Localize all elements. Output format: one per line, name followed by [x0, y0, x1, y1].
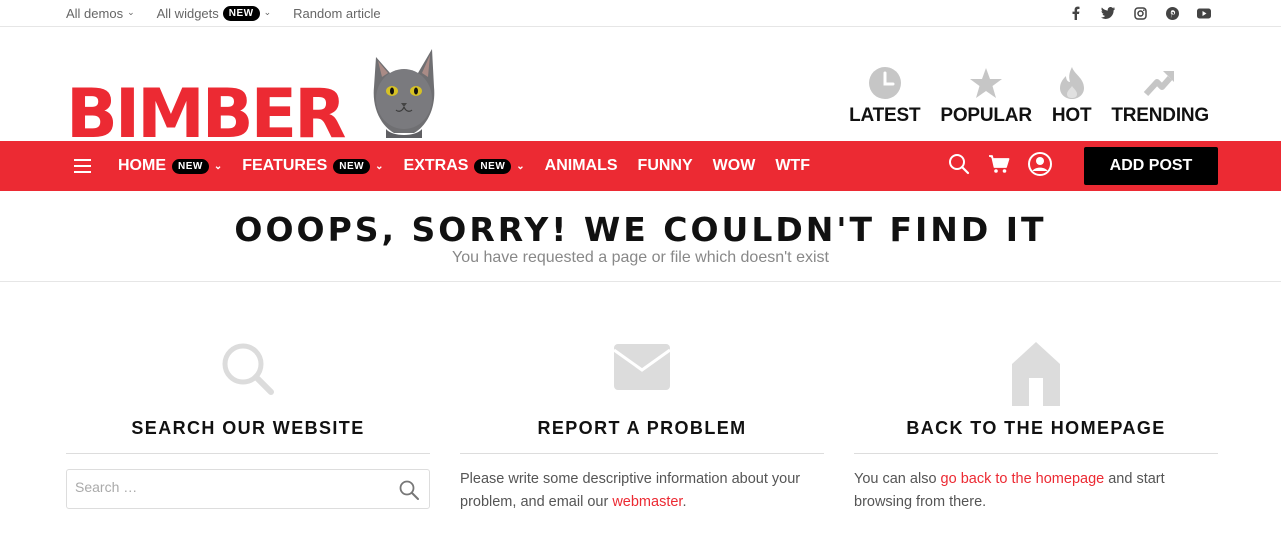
error-title-band: OOOPS, SORRY! WE COULDN'T FIND IT You ha… — [0, 191, 1281, 282]
hamburger-menu-icon[interactable] — [74, 159, 91, 173]
nav-item-wow[interactable]: WOW — [713, 157, 756, 175]
top-link-all-widgets[interactable]: All widgets NEW ⌄ — [156, 5, 272, 21]
homepage-text: You can also go back to the homepage and… — [854, 471, 1165, 510]
search-form — [66, 469, 430, 509]
chevron-down-icon: ⌄ — [375, 160, 384, 172]
social-links — [1069, 0, 1211, 26]
logo-text: BIMBER — [66, 75, 346, 154]
report-text: Please write some descriptive informatio… — [460, 471, 801, 510]
chevron-down-icon: ⌄ — [516, 160, 525, 172]
magnifier-icon — [66, 342, 430, 406]
page-subtitle: You have requested a page or file which … — [452, 249, 829, 266]
facebook-icon[interactable] — [1069, 6, 1083, 20]
quick-link-label: POPULAR — [940, 105, 1032, 126]
user-account-icon[interactable] — [1028, 151, 1052, 181]
new-badge: NEW — [222, 5, 260, 21]
nav-item-label: WOW — [712, 157, 756, 174]
homepage-link[interactable]: go back to the homepage — [941, 471, 1105, 487]
site-header: BIMBER LATEST POPULAR HOT TRENDING — [0, 27, 1281, 149]
nav-item-label: HOME — [118, 157, 166, 174]
divider — [854, 453, 1218, 454]
quick-link-hot[interactable]: HOT — [1052, 65, 1092, 127]
twitter-icon[interactable] — [1101, 6, 1115, 20]
flame-icon — [1058, 65, 1086, 101]
youtube-icon[interactable] — [1197, 6, 1211, 20]
top-link-label: All demos — [66, 5, 124, 21]
nav-item-features[interactable]: FEATURES NEW ⌄ — [242, 157, 383, 175]
quick-link-label: HOT — [1051, 105, 1092, 126]
nav-item-label: ANIMALS — [544, 157, 618, 174]
webmaster-link[interactable]: webmaster — [612, 494, 682, 510]
top-link-all-demos[interactable]: All demos ⌄ — [66, 6, 135, 21]
column-heading: REPORT A PROBLEM — [537, 418, 747, 438]
quick-link-label: LATEST — [849, 105, 921, 126]
divider — [460, 453, 824, 454]
quick-link-trending[interactable]: TRENDING — [1111, 65, 1209, 127]
trending-arrow-icon — [1143, 65, 1177, 101]
nav-item-funny[interactable]: FUNNY — [638, 157, 693, 175]
chevron-down-icon: ⌄ — [127, 6, 135, 17]
new-badge: NEW — [333, 158, 371, 174]
column-heading: SEARCH OUR WEBSITE — [131, 418, 365, 438]
page-title: OOOPS, SORRY! WE COULDN'T FIND IT — [234, 210, 1047, 249]
search-submit-icon[interactable] — [399, 480, 419, 500]
nav-menu: HOME NEW ⌄ FEATURES NEW ⌄ EXTRAS NEW ⌄ A… — [118, 141, 830, 191]
chevron-down-icon: ⌄ — [213, 160, 223, 172]
nav-tools — [948, 141, 1052, 191]
new-badge: NEW — [172, 158, 209, 174]
top-link-random-article[interactable]: Random article — [293, 6, 380, 21]
quick-link-popular[interactable]: POPULAR — [940, 65, 1032, 127]
site-logo[interactable]: BIMBER — [66, 45, 436, 154]
clock-icon — [868, 65, 902, 101]
nav-item-home[interactable]: HOME NEW ⌄ — [118, 157, 222, 175]
nav-item-extras[interactable]: EXTRAS NEW ⌄ — [404, 157, 525, 175]
search-icon[interactable] — [948, 153, 970, 180]
nav-item-label: FUNNY — [637, 157, 693, 174]
house-icon — [854, 342, 1218, 406]
divider — [66, 453, 430, 454]
cart-icon[interactable] — [988, 154, 1010, 179]
column-heading: BACK TO THE HOMEPAGE — [906, 418, 1166, 438]
quick-links: LATEST POPULAR HOT TRENDING — [849, 65, 1209, 127]
chevron-down-icon: ⌄ — [263, 6, 272, 17]
nav-item-wtf[interactable]: WTF — [775, 157, 810, 175]
top-bar: All demos ⌄ All widgets NEW ⌄ Random art… — [0, 0, 1281, 27]
top-link-label: Random article — [293, 5, 381, 21]
search-input[interactable] — [75, 479, 375, 495]
envelope-icon — [460, 342, 824, 406]
nav-item-label: WTF — [775, 157, 810, 174]
quick-link-label: TRENDING — [1111, 105, 1209, 126]
add-post-button[interactable]: ADD POST — [1084, 147, 1218, 185]
nav-item-label: EXTRAS — [403, 157, 469, 174]
nav-item-label: FEATURES — [242, 157, 328, 174]
new-badge: NEW — [474, 158, 512, 174]
cat-mascot-icon — [373, 49, 435, 138]
instagram-icon[interactable] — [1133, 6, 1147, 20]
top-link-label: All widgets — [156, 5, 219, 21]
quick-link-latest[interactable]: LATEST — [849, 65, 921, 127]
nav-item-animals[interactable]: ANIMALS — [545, 157, 618, 175]
main-navigation: HOME NEW ⌄ FEATURES NEW ⌄ EXTRAS NEW ⌄ A… — [0, 141, 1281, 191]
top-links: All demos ⌄ All widgets NEW ⌄ Random art… — [66, 0, 381, 26]
pinterest-icon[interactable] — [1165, 6, 1179, 20]
star-icon — [969, 65, 1003, 101]
